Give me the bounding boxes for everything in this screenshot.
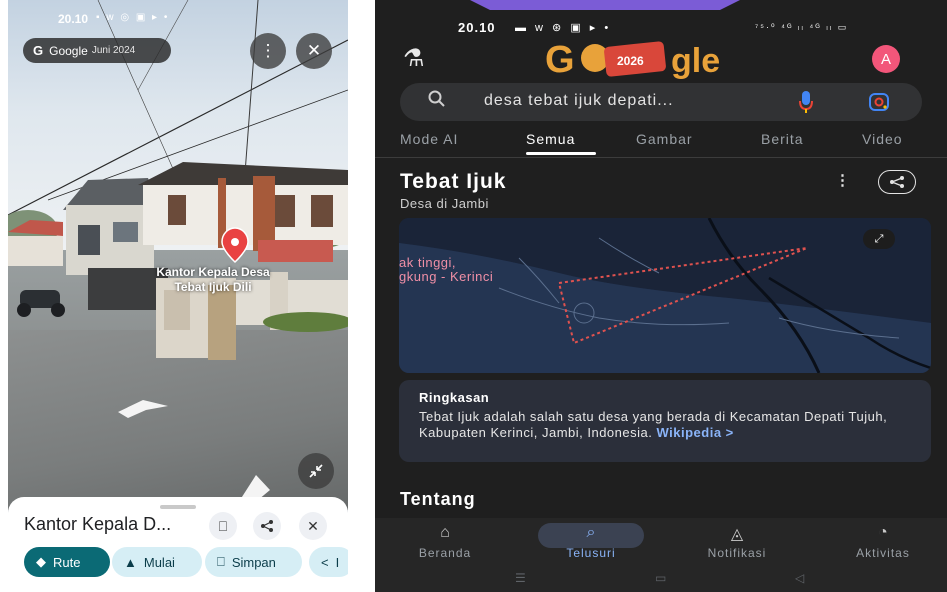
search-icon: ⌕ <box>586 524 596 541</box>
share-label: I <box>335 554 340 570</box>
labs-flask-icon[interactable]: ⚗ <box>403 44 425 73</box>
tab-semua[interactable]: Semua <box>526 131 575 147</box>
svg-text:G: G <box>545 39 575 81</box>
sheet-drag-handle[interactable] <box>160 505 196 509</box>
search-query[interactable]: desa tebat ijuk depati... <box>484 92 674 110</box>
search-tabs: Mode AI Semua Gambar Berita Video <box>375 128 947 158</box>
recents-icon[interactable]: ☰ <box>515 571 526 585</box>
start-label: Mulai <box>143 554 175 570</box>
map-label-line1: ak tinggi, <box>399 255 457 270</box>
knowledge-panel-title: Tebat Ijuk <box>400 170 507 193</box>
map-place-label: ak tinggi, gkung - Kerinci <box>399 256 493 284</box>
close-icon: ✕ <box>307 517 319 534</box>
tab-video[interactable]: Video <box>862 131 903 147</box>
tab-berita[interactable]: Berita <box>761 131 804 147</box>
route-label: Rute <box>53 554 81 570</box>
knowledge-panel-subtitle: Desa di Jambi <box>400 196 489 211</box>
account-avatar[interactable]: A <box>872 45 900 73</box>
top-decoration <box>470 0 740 10</box>
pill-date: Juni 2024 <box>91 45 136 56</box>
tab-mode-ai[interactable]: Mode AI <box>400 131 458 147</box>
summary-card: Ringkasan Tebat Ijuk adalah salah satu d… <box>399 380 931 462</box>
directions-icon: ◆ <box>36 554 46 569</box>
place-pin-label[interactable]: Kantor Kepala Desa Tebat Ijuk Dili <box>138 265 288 295</box>
more-vertical-icon[interactable]: ⋮ <box>835 171 850 189</box>
map-canvas <box>399 218 931 373</box>
tabs-divider <box>375 157 947 158</box>
street-view-screen: 20.10 ▪ ᴡ ◎ ▣ ▸ • G Google Juni 2024 ⋮ ✕… <box>8 0 348 592</box>
more-options-button[interactable]: ⋮ <box>250 33 286 69</box>
tab-gambar[interactable]: Gambar <box>636 131 693 147</box>
collapse-icon <box>309 464 323 478</box>
share-icon: < <box>321 554 329 570</box>
search-icon <box>428 90 446 113</box>
share-icon <box>890 176 904 188</box>
google-lens-icon[interactable] <box>868 92 890 112</box>
status-time: 20.10 <box>58 12 89 26</box>
pill-brand: Google <box>49 43 88 58</box>
save-label: Simpan <box>231 554 276 570</box>
start-button[interactable]: ▲ Mulai <box>112 547 202 577</box>
bookmark-icon: ⎕ <box>217 554 225 569</box>
nav-beranda[interactable]: ⌂ Beranda <box>395 518 495 568</box>
nav-aktivitas[interactable]: ◔ Aktivitas <box>833 518 933 568</box>
close-street-view-button[interactable]: ✕ <box>296 33 332 69</box>
save-button[interactable]: ⎕ Simpan <box>205 547 302 577</box>
nav-beranda-label: Beranda <box>418 546 472 560</box>
status-time: 20.10 <box>458 20 496 35</box>
nav-notifikasi-label: Notifikasi <box>707 546 767 560</box>
nav-telusuri[interactable]: ⌕ Telusuri <box>541 518 641 568</box>
close-icon: ✕ <box>306 41 322 60</box>
screenshot-collage: 20.10 ▪ ᴡ ◎ ▣ ▸ • G Google Juni 2024 ⋮ ✕… <box>0 0 947 592</box>
home-button-icon[interactable]: ▭ <box>655 571 666 585</box>
exit-fullscreen-button[interactable] <box>298 453 334 489</box>
status-icons: ▬ ᴡ ⊛ ▣ ▸ • <box>515 22 612 34</box>
google-doodle-logo[interactable]: G 2026 gle <box>543 34 788 82</box>
street-view-panorama[interactable] <box>8 0 348 510</box>
avatar-letter: A <box>880 50 891 68</box>
share-icon <box>261 520 273 532</box>
pin-label-line1: Kantor Kepala Desa <box>156 265 270 279</box>
summary-text: Tebat Ijuk adalah salah satu desa yang b… <box>419 409 888 440</box>
google-search-screen: 20.10 ▬ ᴡ ⊛ ▣ ▸ • ⁷⁵·⁰ ⁴ᴳ ₗₗ ⁴ᴳ ₗₗ ▭ ⚗ G… <box>375 0 947 592</box>
expand-map-button[interactable]: ⤢ <box>863 229 895 249</box>
location-map[interactable] <box>399 218 931 373</box>
active-tab-indicator <box>526 152 596 155</box>
summary-heading: Ringkasan <box>419 390 490 405</box>
route-button[interactable]: ◆ Rute <box>24 547 110 577</box>
bell-icon: ◬ <box>730 526 744 543</box>
microphone-icon[interactable] <box>798 89 814 115</box>
google-imagery-pill[interactable]: G Google Juni 2024 <box>23 38 171 63</box>
place-bottom-sheet[interactable]: Kantor Kepala D... ⎕ ✕ <box>8 497 348 592</box>
svg-text:gle: gle <box>671 42 720 80</box>
close-sheet-button[interactable]: ✕ <box>299 512 327 540</box>
expand-icon: ⤢ <box>874 232 884 245</box>
back-icon[interactable]: ◁ <box>795 571 804 585</box>
share-place-button[interactable] <box>253 512 281 540</box>
status-icons: ▪ ᴡ ◎ ▣ ▸ • <box>96 12 170 23</box>
share-button[interactable] <box>878 170 916 194</box>
place-title: Kantor Kepala D... <box>24 514 172 534</box>
nav-aktivitas-label: Aktivitas <box>856 546 910 560</box>
summary-body: Tebat Ijuk adalah salah satu desa yang b… <box>419 409 919 441</box>
doodle-year: 2026 <box>617 54 644 68</box>
nav-telusuri-label: Telusuri <box>566 546 616 560</box>
activity-icon: ◔ <box>878 524 888 541</box>
pin-label-line2: Tebat Ijuk Dili <box>174 280 252 294</box>
map-label-line2: gkung - Kerinci <box>399 269 494 284</box>
save-place-button[interactable]: ⎕ <box>209 512 237 540</box>
more-vertical-icon: ⋮ <box>259 41 277 60</box>
nav-notifikasi[interactable]: ◬ Notifikasi <box>687 518 787 568</box>
search-bar[interactable]: desa tebat ijuk depati... <box>400 83 922 121</box>
wikipedia-link[interactable]: Wikipedia > <box>656 425 733 440</box>
section-title: Tentang <box>400 489 476 509</box>
navigation-arrow-icon: ▲ <box>124 554 137 570</box>
google-g-icon: G <box>33 43 44 58</box>
status-network-battery: ⁷⁵·⁰ ⁴ᴳ ₗₗ ⁴ᴳ ₗₗ ▭ <box>755 22 849 32</box>
bookmark-icon: ⎕ <box>218 517 228 534</box>
share-button[interactable]: < I <box>309 547 348 577</box>
home-icon: ⌂ <box>440 524 450 541</box>
